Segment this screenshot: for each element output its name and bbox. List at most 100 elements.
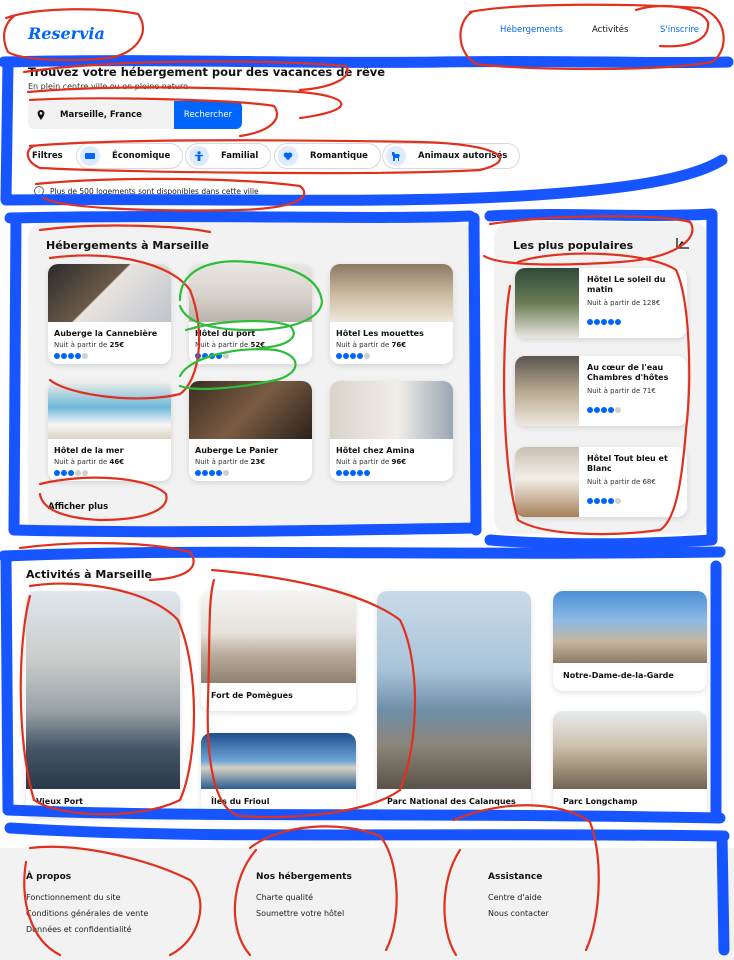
hotel-name: Hôtel chez Amina xyxy=(336,446,415,455)
filter-romantique[interactable]: Romantique xyxy=(274,143,381,169)
rating-stars xyxy=(54,353,165,359)
rating-stars xyxy=(336,470,447,476)
footer xyxy=(0,848,734,960)
activity-photo xyxy=(201,733,356,789)
hero-subtitle: En plein centre ville ou en pleine natur… xyxy=(28,82,188,91)
hotel-card[interactable]: Auberge la Cannebière Nuit à partir de 2… xyxy=(48,264,171,364)
hotel-photo xyxy=(189,264,312,322)
rating-stars xyxy=(587,407,679,413)
hotel-price: Nuit à partir de 71€ xyxy=(587,387,656,395)
rating-stars xyxy=(587,498,679,504)
availability-text: Plus de 500 logements sont disponibles d… xyxy=(50,186,259,196)
filter-label: Romantique xyxy=(310,151,368,161)
popular-title: Les plus populaires xyxy=(513,239,634,252)
hotel-price: Nuit à partir de 25€ xyxy=(54,341,125,349)
hotel-name: Hôtel de la mer xyxy=(54,446,124,455)
activity-name: Parc Longchamp xyxy=(563,797,638,806)
activity-card[interactable]: Îles du Frioul xyxy=(201,733,356,817)
footer-link[interactable]: Fonctionnement du site xyxy=(26,893,121,902)
popular-card[interactable]: Hôtel Le soleil du matin Nuit à partir d… xyxy=(515,268,687,338)
filter-familial[interactable]: Familial xyxy=(185,143,272,169)
trending-chart-icon xyxy=(676,238,689,249)
rating-stars xyxy=(587,319,679,325)
money-icon xyxy=(80,146,100,166)
show-more-link[interactable]: Afficher plus xyxy=(48,502,108,512)
nav-sinscrire[interactable]: S'inscrire xyxy=(660,25,699,35)
activity-card[interactable]: Vieux Port xyxy=(26,591,180,817)
hotel-photo xyxy=(515,268,579,338)
activity-photo xyxy=(377,591,531,789)
footer-link[interactable]: Centre d'aide xyxy=(488,893,542,902)
hotel-photo xyxy=(515,447,579,517)
footer-link[interactable]: Données et confidentialité xyxy=(26,925,132,934)
hotel-price: Nuit à partir de 76€ xyxy=(336,341,407,349)
hotel-name: Hôtel du port xyxy=(195,329,256,338)
logo[interactable]: Reservia xyxy=(28,24,105,43)
filters-label: Filtres xyxy=(32,151,63,161)
hotel-card[interactable]: Auberge Le Panier Nuit à partir de 23€ xyxy=(189,381,312,481)
popular-card[interactable]: Hôtel Tout bleu et Blanc Nuit à partir d… xyxy=(515,447,687,517)
hotel-card[interactable]: Hôtel chez Amina Nuit à partir de 96€ xyxy=(330,381,453,481)
hotel-price: Nuit à partir de 96€ xyxy=(336,458,407,466)
hero-title: Trouvez votre hébergement pour des vacan… xyxy=(28,65,386,79)
activity-photo xyxy=(553,711,707,789)
filter-animaux[interactable]: Animaux autorisés xyxy=(382,143,521,169)
filter-label: Animaux autorisés xyxy=(418,151,508,161)
activity-name: Notre-Dame-de-la-Garde xyxy=(563,671,674,680)
hotel-price: Nuit à partir de 68€ xyxy=(587,478,656,486)
hotel-name: Auberge la Cannebière xyxy=(54,329,158,338)
hotel-photo xyxy=(189,381,312,439)
filter-label: Économique xyxy=(112,151,171,161)
activity-card[interactable]: Fort de Pomègues xyxy=(201,591,356,711)
popular-card[interactable]: Au cœur de l'eau Chambres d'hôtes Nuit à… xyxy=(515,356,687,426)
hotel-card[interactable]: Hôtel du port Nuit à partir de 52€ xyxy=(189,264,312,364)
search-button[interactable]: Rechercher xyxy=(174,101,242,129)
activity-name: Fort de Pomègues xyxy=(211,691,293,700)
hotel-card[interactable]: Hôtel de la mer Nuit à partir de 46€ xyxy=(48,381,171,481)
footer-link[interactable]: Nous contacter xyxy=(488,909,549,918)
child-icon xyxy=(189,146,209,166)
hotel-name: Au cœur de l'eau Chambres d'hôtes xyxy=(587,363,669,382)
rating-stars xyxy=(54,470,165,476)
hotel-photo xyxy=(330,381,453,439)
hotel-name: Auberge Le Panier xyxy=(195,446,279,455)
hotel-price: Nuit à partir de 128€ xyxy=(587,299,661,307)
activities-title: Activités à Marseille xyxy=(26,568,152,581)
hotel-name: Hôtel Tout bleu et Blanc xyxy=(587,454,668,473)
footer-heading: Assistance xyxy=(488,872,543,882)
hotel-price: Nuit à partir de 46€ xyxy=(54,458,125,466)
hotel-photo xyxy=(515,356,579,426)
hotel-card[interactable]: Hôtel Les mouettes Nuit à partir de 76€ xyxy=(330,264,453,364)
nav-activites[interactable]: Activités xyxy=(592,25,628,35)
hotel-name: Hôtel Les mouettes xyxy=(336,329,424,338)
footer-heading: À propos xyxy=(26,872,72,882)
availability-info: i Plus de 500 logements sont disponibles… xyxy=(34,186,259,196)
search-input[interactable]: Marseille, France xyxy=(28,101,174,129)
info-icon: i xyxy=(34,186,44,196)
nav-hebergements[interactable]: Hébergements xyxy=(500,25,563,35)
rating-stars xyxy=(195,353,306,359)
footer-link[interactable]: Conditions générales de vente xyxy=(26,909,148,918)
heart-icon xyxy=(278,146,298,166)
activity-card[interactable]: Notre-Dame-de-la-Garde xyxy=(553,591,707,691)
search-bar: Marseille, France Rechercher xyxy=(28,101,242,129)
hotel-price: Nuit à partir de 52€ xyxy=(195,341,266,349)
hotels-title: Hébergements à Marseille xyxy=(46,239,209,252)
footer-link[interactable]: Charte qualité xyxy=(256,893,313,902)
hotel-photo xyxy=(48,381,171,439)
activity-photo xyxy=(201,591,356,683)
activity-card[interactable]: Parc Longchamp xyxy=(553,711,707,817)
activity-name: Îles du Frioul xyxy=(211,797,270,806)
rating-stars xyxy=(336,353,447,359)
activity-name: Parc National des Calanques xyxy=(387,797,516,806)
footer-link[interactable]: Soumettre votre hôtel xyxy=(256,909,344,918)
filter-economique[interactable]: Économique xyxy=(76,143,184,169)
dog-icon xyxy=(386,146,406,166)
activity-card[interactable]: Parc National des Calanques xyxy=(377,591,531,817)
hotel-name: Hôtel Le soleil du matin xyxy=(587,275,666,294)
hotel-photo xyxy=(48,264,171,322)
location-pin-icon xyxy=(37,110,45,120)
hotel-price: Nuit à partir de 23€ xyxy=(195,458,266,466)
filter-label: Familial xyxy=(221,151,259,161)
hotel-photo xyxy=(330,264,453,322)
